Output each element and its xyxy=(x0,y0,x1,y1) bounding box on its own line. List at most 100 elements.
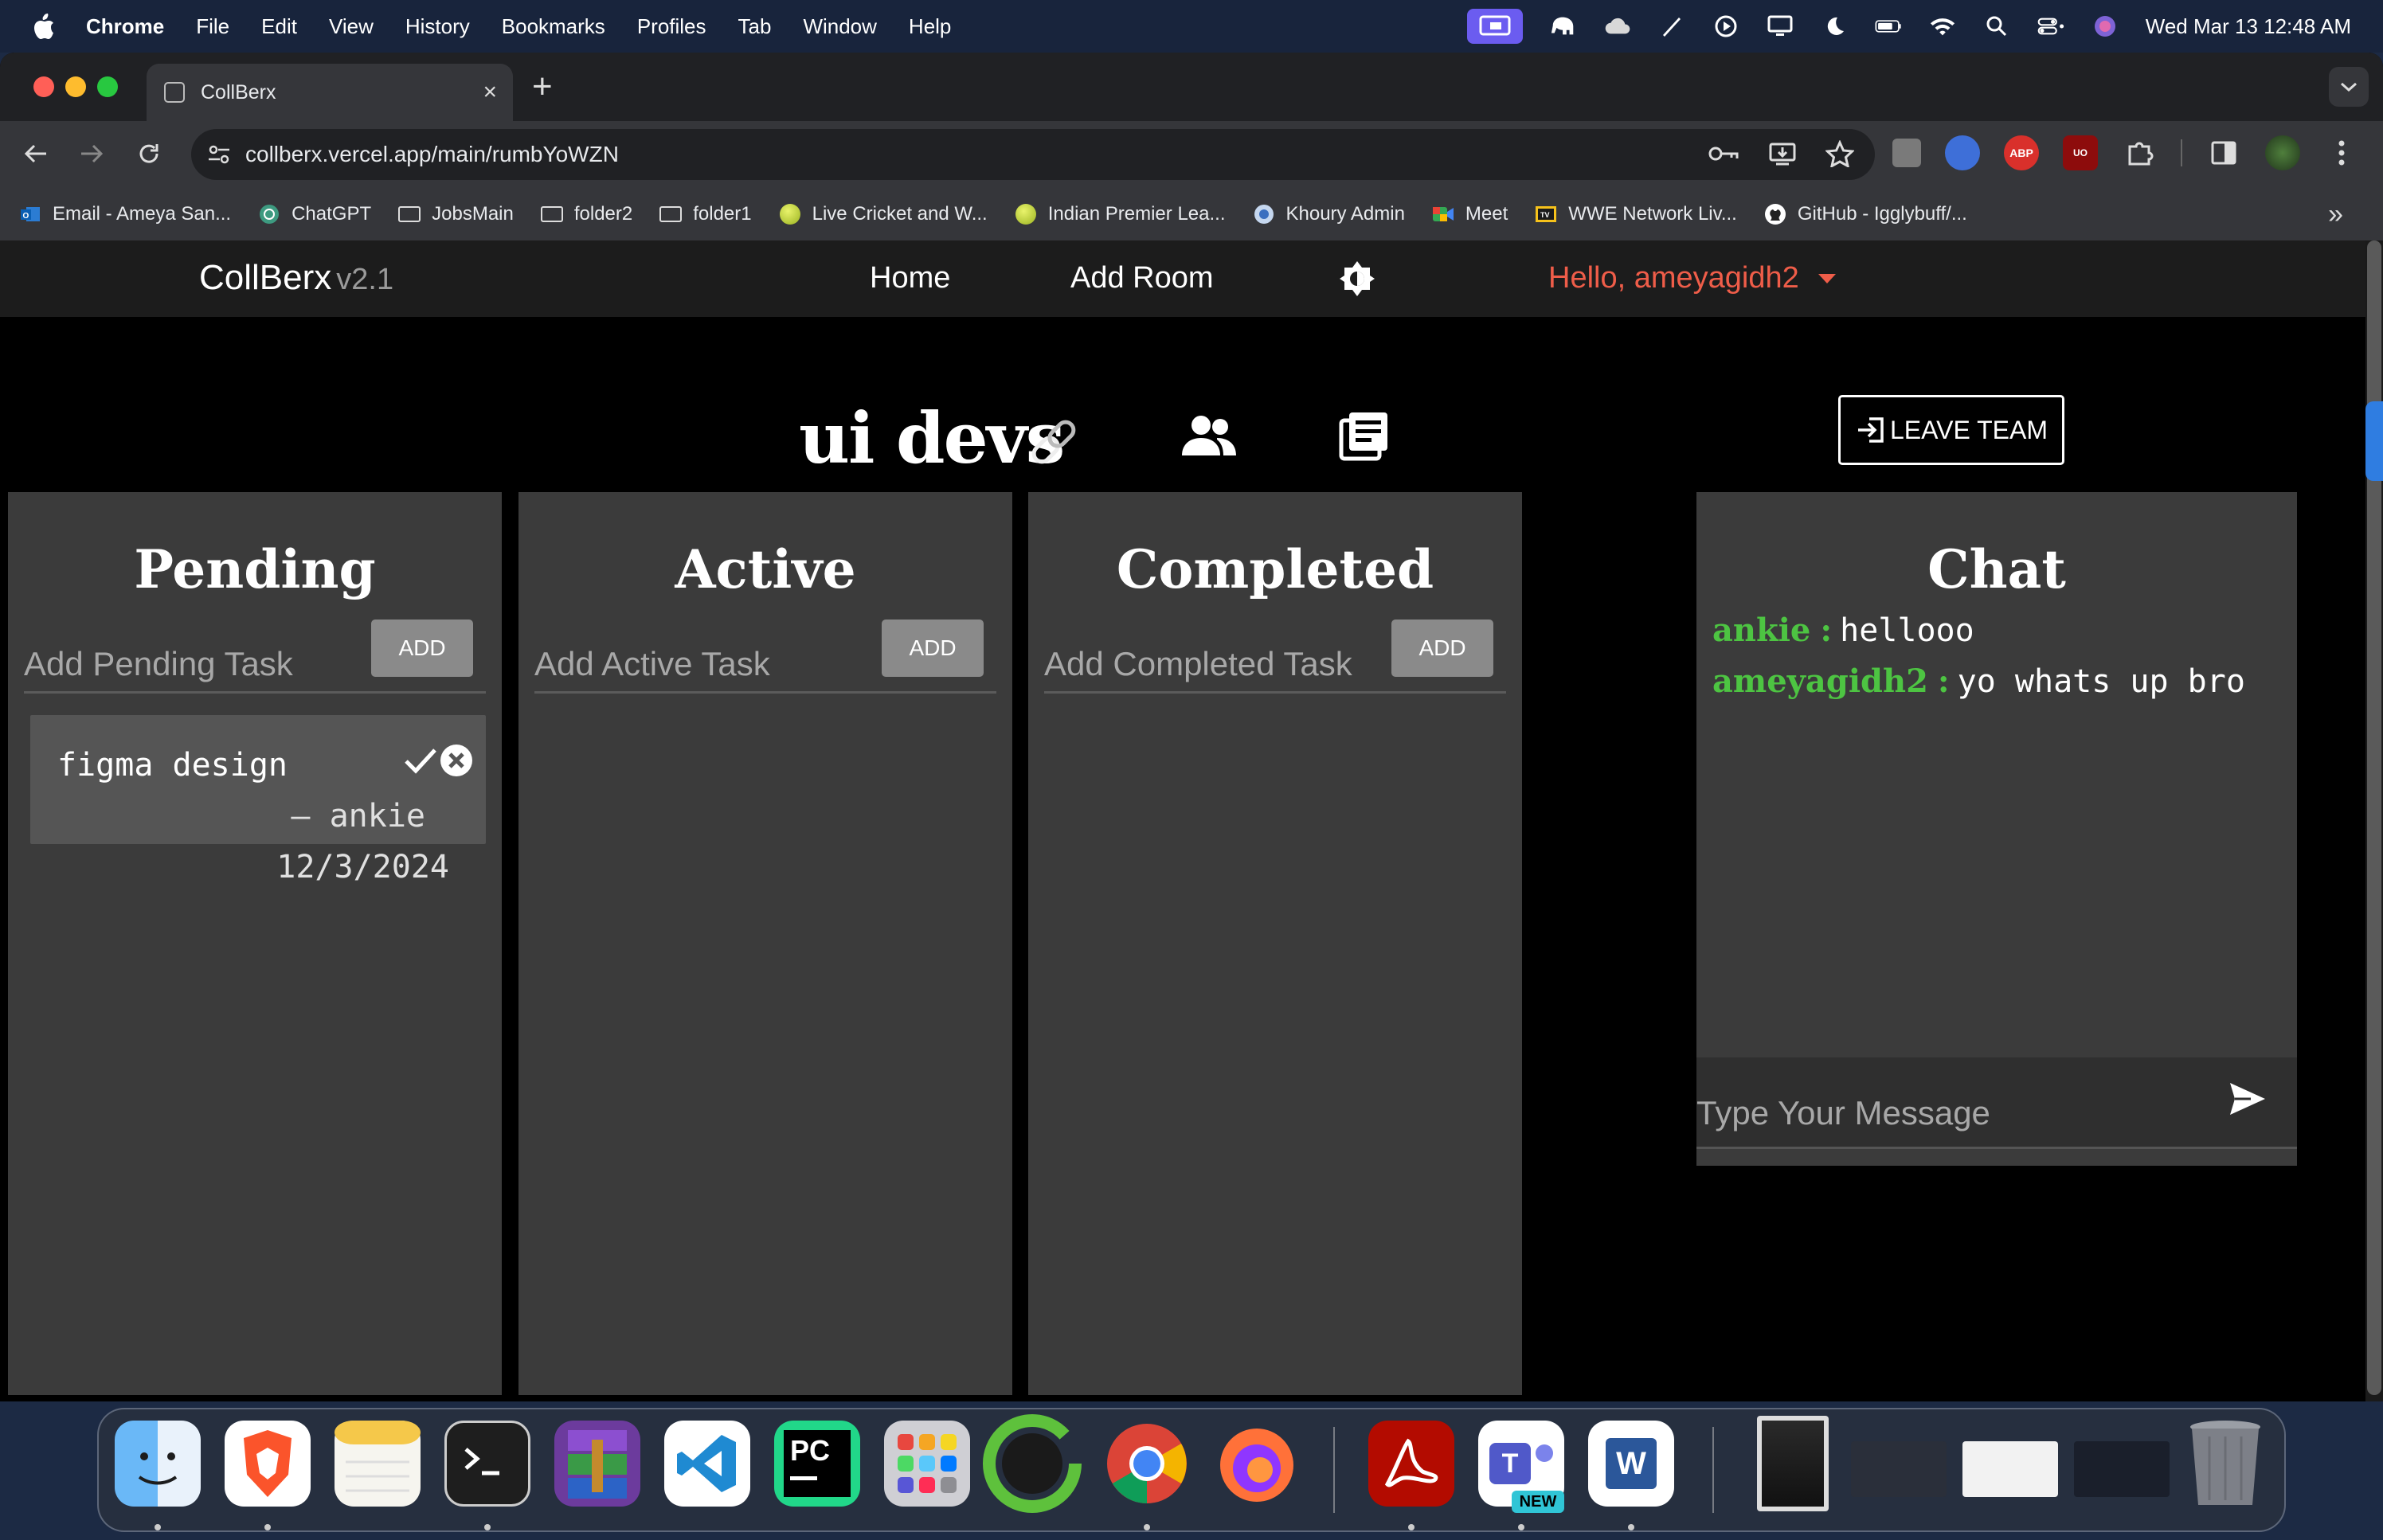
site-settings-icon[interactable] xyxy=(207,143,231,166)
forward-arrow-icon[interactable] xyxy=(72,134,112,174)
nav-add-room-link[interactable]: Add Room xyxy=(1070,261,1214,295)
cloud-icon[interactable] xyxy=(1604,14,1631,38)
pycharm-icon[interactable]: PC xyxy=(774,1421,860,1507)
elephant-icon[interactable] xyxy=(1550,14,1577,38)
bookmark-folder2[interactable]: folder2 xyxy=(540,203,632,225)
moon-icon[interactable] xyxy=(1821,14,1848,38)
chrome-window-thumbnail[interactable] xyxy=(2074,1441,2170,1497)
screen-share-icon[interactable] xyxy=(1466,9,1523,44)
bookmark-star-icon[interactable] xyxy=(1825,140,1854,167)
finder-icon[interactable] xyxy=(115,1421,201,1507)
menu-edit[interactable]: Edit xyxy=(261,14,297,39)
password-key-icon[interactable] xyxy=(1708,140,1739,167)
address-bar[interactable]: collberx.vercel.app/main/rumbYoWZN xyxy=(191,129,1875,180)
sticky-notes-extension-icon[interactable] xyxy=(1892,139,1921,167)
extensions-puzzle-icon[interactable] xyxy=(2122,135,2157,170)
menu-help[interactable]: Help xyxy=(909,14,951,39)
firefox-icon[interactable] xyxy=(1214,1421,1300,1507)
add-completed-task-input[interactable] xyxy=(1044,639,1379,690)
pen-icon[interactable] xyxy=(1658,14,1685,38)
control-center-icon[interactable] xyxy=(2037,14,2064,38)
bookmark-khoury-admin[interactable]: Khoury Admin xyxy=(1253,203,1405,225)
add-pending-task-input[interactable] xyxy=(24,639,358,690)
delete-task-close-icon[interactable] xyxy=(440,744,473,777)
menubar-clock[interactable]: Wed Mar 13 12:48 AM xyxy=(2146,14,2351,39)
vscode-icon[interactable] xyxy=(664,1421,750,1507)
column-title: Completed xyxy=(1116,538,1434,600)
wifi-icon[interactable] xyxy=(1929,14,1956,38)
bookmark-ipl[interactable]: Indian Premier Lea... xyxy=(1015,203,1226,225)
link-icon[interactable] xyxy=(1026,414,1082,470)
add-active-task-input[interactable] xyxy=(534,639,869,690)
close-window-button[interactable] xyxy=(33,76,54,97)
brand-logo[interactable]: CollBerx v2.1 xyxy=(199,258,393,298)
rar-extractor-icon[interactable] xyxy=(554,1421,640,1507)
apple-menu-icon[interactable] xyxy=(32,13,56,40)
nav-home-link[interactable]: Home xyxy=(870,261,950,295)
install-app-icon[interactable] xyxy=(1768,140,1797,167)
menu-file[interactable]: File xyxy=(196,14,229,39)
brave-icon[interactable] xyxy=(225,1421,311,1507)
side-panel-icon[interactable] xyxy=(2206,135,2241,170)
complete-task-check-icon[interactable] xyxy=(403,747,438,776)
reload-icon[interactable] xyxy=(129,134,169,174)
display-icon[interactable] xyxy=(1767,14,1794,38)
bookmark-live-cricket[interactable]: Live Cricket and W... xyxy=(779,203,988,225)
tab-search-chevron-icon[interactable] xyxy=(2329,67,2369,107)
notes-icon[interactable] xyxy=(335,1421,421,1507)
tab-close-icon[interactable]: × xyxy=(483,79,497,106)
teams-window-thumbnail[interactable] xyxy=(1851,1441,1947,1497)
bookmark-wwe[interactable]: TV WWE Network Liv... xyxy=(1535,203,1737,225)
bookmark-folder1[interactable]: folder1 xyxy=(659,203,752,225)
ublock-origin-icon[interactable]: UO xyxy=(2063,135,2098,170)
profile-avatar[interactable] xyxy=(2265,135,2300,170)
bookmarks-overflow-icon[interactable]: » xyxy=(2328,199,2343,230)
chrome-icon[interactable] xyxy=(1104,1421,1190,1507)
leave-team-button[interactable]: LEAVE TEAM xyxy=(1838,395,2064,465)
menu-bookmarks[interactable]: Bookmarks xyxy=(502,14,605,39)
menu-tab[interactable]: Tab xyxy=(738,14,772,39)
board-list-icon[interactable] xyxy=(1338,409,1391,462)
user-menu[interactable]: Hello, ameyagidh2 xyxy=(1548,261,1836,295)
team-members-icon[interactable] xyxy=(1177,412,1241,460)
launchpad-icon[interactable] xyxy=(884,1421,970,1507)
add-completed-task-button[interactable]: ADD xyxy=(1391,620,1493,677)
back-arrow-icon[interactable] xyxy=(16,134,56,174)
adblock-plus-icon[interactable]: ABP xyxy=(2004,135,2039,170)
chrome-menu-icon[interactable] xyxy=(2324,135,2359,170)
bookmark-jobsmain[interactable]: JobsMain xyxy=(398,203,514,225)
add-pending-task-button[interactable]: ADD xyxy=(371,620,473,677)
active-tab[interactable]: CollBerx × xyxy=(147,64,513,121)
url-text[interactable]: collberx.vercel.app/main/rumbYoWZN xyxy=(245,142,619,167)
menu-profiles[interactable]: Profiles xyxy=(637,14,706,39)
theme-toggle-icon[interactable] xyxy=(1338,260,1376,298)
bookmark-email[interactable]: O Email - Ameya San... xyxy=(19,203,231,225)
vpn-extension-icon[interactable] xyxy=(1945,135,1980,170)
adobe-acrobat-icon[interactable] xyxy=(1368,1421,1454,1507)
minimize-window-button[interactable] xyxy=(65,76,86,97)
add-active-task-button[interactable]: ADD xyxy=(882,620,984,677)
task-card[interactable]: figma design – ankie 12/3/2024 xyxy=(30,715,486,885)
send-icon[interactable] xyxy=(2228,1081,2267,1116)
bookmark-chatgpt[interactable]: ChatGPT xyxy=(258,203,371,225)
bookmark-github[interactable]: GitHub - Igglybuff/... xyxy=(1764,203,1967,225)
siri-icon[interactable] xyxy=(2091,14,2119,38)
menu-history[interactable]: History xyxy=(405,14,470,39)
terminal-icon[interactable] xyxy=(444,1421,530,1507)
chat-message-input[interactable] xyxy=(1696,1088,2174,1139)
new-tab-button[interactable]: + xyxy=(532,67,553,107)
bookmark-meet[interactable]: Meet xyxy=(1432,203,1508,225)
trash-icon[interactable] xyxy=(2185,1417,2265,1510)
search-icon[interactable] xyxy=(1983,14,2010,38)
play-circle-icon[interactable] xyxy=(1712,14,1739,38)
side-tab-indicator[interactable] xyxy=(2365,401,2383,481)
word-window-thumbnail[interactable] xyxy=(1962,1441,2058,1497)
maximize-window-button[interactable] xyxy=(97,76,118,97)
recent-document-thumbnail[interactable] xyxy=(1757,1416,1829,1511)
microsoft-word-icon[interactable]: W xyxy=(1588,1421,1674,1507)
menu-window[interactable]: Window xyxy=(803,14,876,39)
menu-app-name[interactable]: Chrome xyxy=(86,14,164,39)
menu-view[interactable]: View xyxy=(329,14,374,39)
upwork-tracker-icon[interactable] xyxy=(980,1411,1085,1516)
battery-icon[interactable] xyxy=(1875,14,1902,38)
